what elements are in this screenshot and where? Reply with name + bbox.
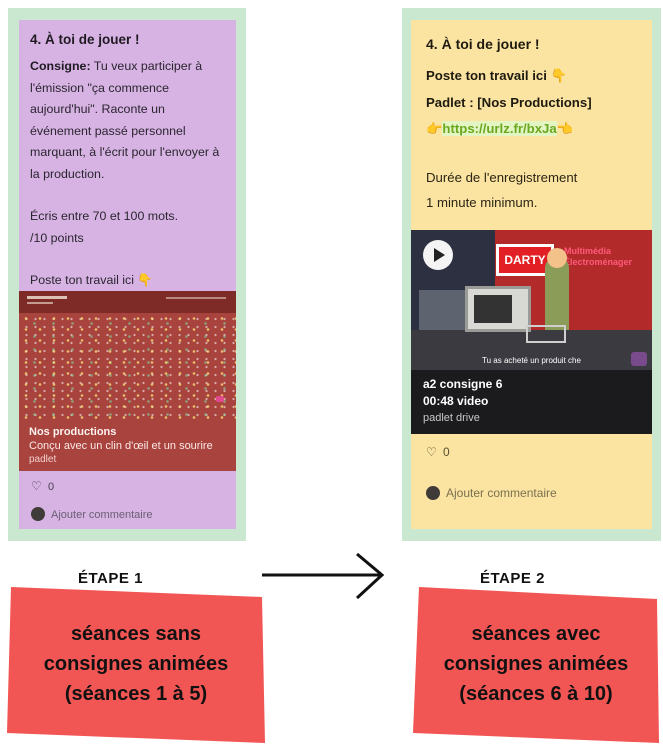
duration-value: 1 minute minimum. — [426, 195, 538, 210]
add-comment-label: Ajouter commentaire — [446, 486, 557, 500]
cart-image — [526, 325, 566, 343]
banner1-line3: (séances 1 à 5) — [64, 683, 208, 705]
pointing-right-icon: 👉 — [426, 121, 443, 136]
card1-consigne: Consigne: Tu veux participer à l'émissio… — [30, 56, 226, 185]
pointing-left-icon: 👈 — [556, 121, 574, 136]
card1-points: /10 points — [30, 230, 84, 245]
like-count: 0 — [48, 481, 55, 493]
padlet-link-preview[interactable]: Nos productions Conçu avec un clin d'œil… — [19, 291, 236, 471]
card1-words: Écris entre 70 et 100 mots. — [30, 209, 179, 223]
banner2-line1: séances avec — [471, 623, 601, 645]
store-sign: Multimédia Électroménager — [564, 246, 633, 267]
consigne-text: Tu veux participer à l'émission "ça comm… — [30, 59, 220, 181]
arrow-right-icon — [262, 552, 385, 600]
video-subtitle: Tu as acheté un produit che — [482, 356, 581, 365]
video-player[interactable]: DARTY Multimédia Électroménager Tu as ac… — [411, 230, 652, 370]
card2-padlet-line: Padlet : [Nos Productions] — [426, 95, 592, 110]
banner1-line1: séances sans — [70, 623, 202, 645]
consigne-label: Consigne: — [30, 59, 91, 73]
card2-link-line: 👉https://urlz.fr/bxJa👈 — [426, 121, 573, 137]
preview-title: Nos productions — [29, 426, 117, 438]
like-button[interactable]: ♡ 0 — [31, 479, 54, 493]
padlet-card-step1: 4. À toi de jouer ! Consigne: Tu veux pa… — [19, 20, 236, 529]
banner-step2: séances avec consignes animées (séances … — [413, 587, 659, 743]
like-count: 0 — [443, 445, 450, 459]
add-comment-label: Ajouter commentaire — [51, 509, 153, 521]
preview-topbar — [19, 291, 236, 313]
preview-description: Conçu avec un clin d'œil et un sourire — [29, 440, 213, 452]
heart-icon: ♡ — [31, 479, 42, 493]
microwave-image — [465, 286, 531, 332]
card1-post-here: Poste ton travail ici 👇 — [30, 273, 153, 287]
banner-step1: séances sans consignes animées (séances … — [7, 587, 265, 743]
video-source: padlet drive — [423, 412, 480, 424]
add-comment-button[interactable]: Ajouter commentaire — [426, 486, 557, 500]
avatar-icon — [426, 486, 440, 500]
video-duration: 00:48 video — [423, 394, 489, 408]
add-comment-button[interactable]: Ajouter commentaire — [31, 507, 153, 521]
preview-accent — [216, 396, 224, 402]
preview-source: padlet — [29, 454, 57, 465]
video-title: a2 consigne 6 — [423, 377, 503, 391]
cartoon-character — [545, 258, 569, 330]
step2-label: ÉTAPE 2 — [480, 570, 545, 587]
channel-badge — [631, 352, 647, 366]
step1-label: ÉTAPE 1 — [78, 570, 143, 587]
like-button[interactable]: ♡ 0 — [426, 445, 450, 459]
card2-title: 4. À toi de jouer ! — [426, 36, 540, 52]
card2-post-here: Poste ton travail ici 👇 — [426, 68, 568, 83]
card1-title: 4. À toi de jouer ! — [30, 32, 140, 47]
play-icon[interactable] — [423, 240, 453, 270]
duration-label: Durée de l'enregistrement — [426, 170, 578, 185]
padlet-url-link[interactable]: https://urlz.fr/bxJa — [442, 121, 557, 136]
banner2-line2: consignes animées — [443, 653, 629, 675]
heart-icon: ♡ — [426, 445, 437, 459]
video-info[interactable]: a2 consigne 6 00:48 video padlet drive — [411, 370, 652, 434]
card1-body: Consigne: Tu veux participer à l'émissio… — [30, 56, 226, 292]
preview-thumbnail — [19, 313, 236, 421]
padlet-card-step2: 4. À toi de jouer ! Poste ton travail ic… — [411, 20, 652, 529]
avatar-icon — [31, 507, 45, 521]
banner2-line3: (séances 6 à 10) — [459, 683, 613, 705]
banner1-line2: consignes animées — [43, 653, 229, 675]
